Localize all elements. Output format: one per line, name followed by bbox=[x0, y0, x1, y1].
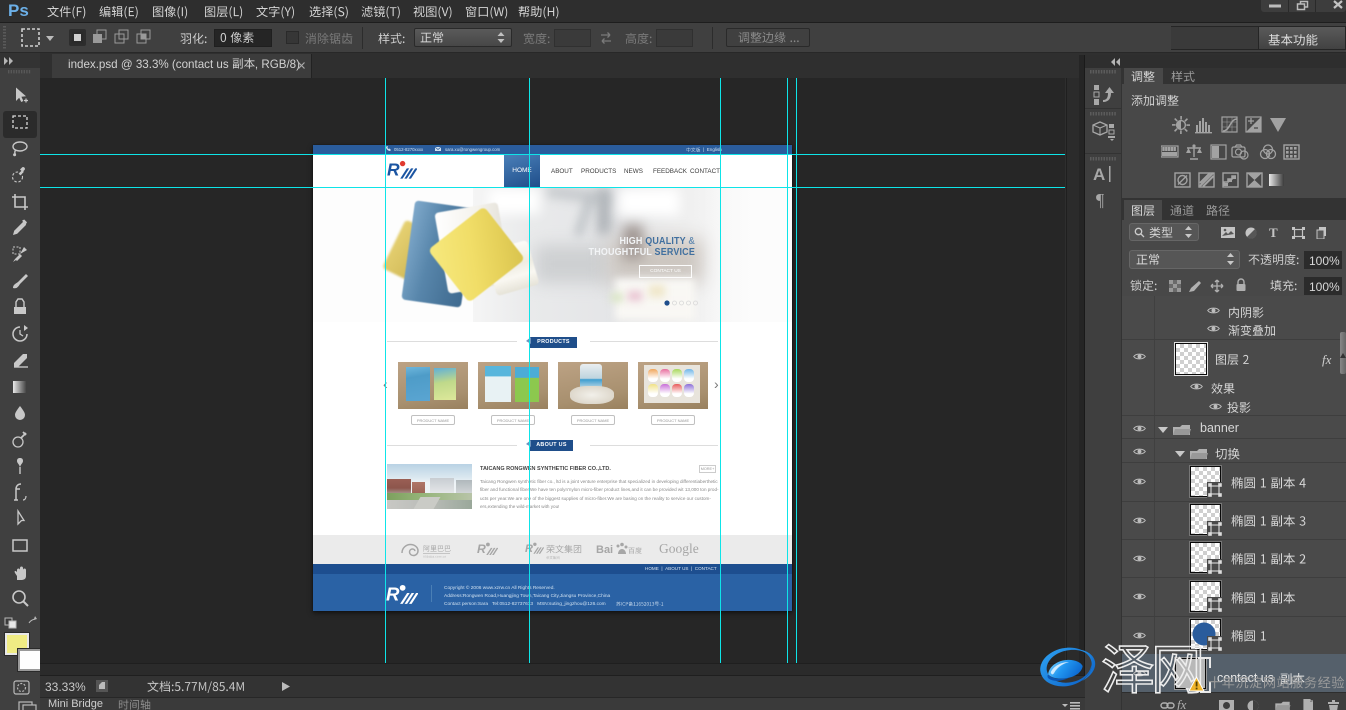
svg-text:R: R bbox=[387, 160, 400, 180]
svg-text:¶: ¶ bbox=[1096, 190, 1104, 210]
svg-text:R: R bbox=[477, 542, 486, 556]
svg-text:R: R bbox=[386, 584, 400, 605]
svg-text:Bai: Bai bbox=[596, 544, 613, 556]
svg-text:A: A bbox=[1093, 165, 1105, 183]
svg-text:Google: Google bbox=[659, 541, 699, 556]
